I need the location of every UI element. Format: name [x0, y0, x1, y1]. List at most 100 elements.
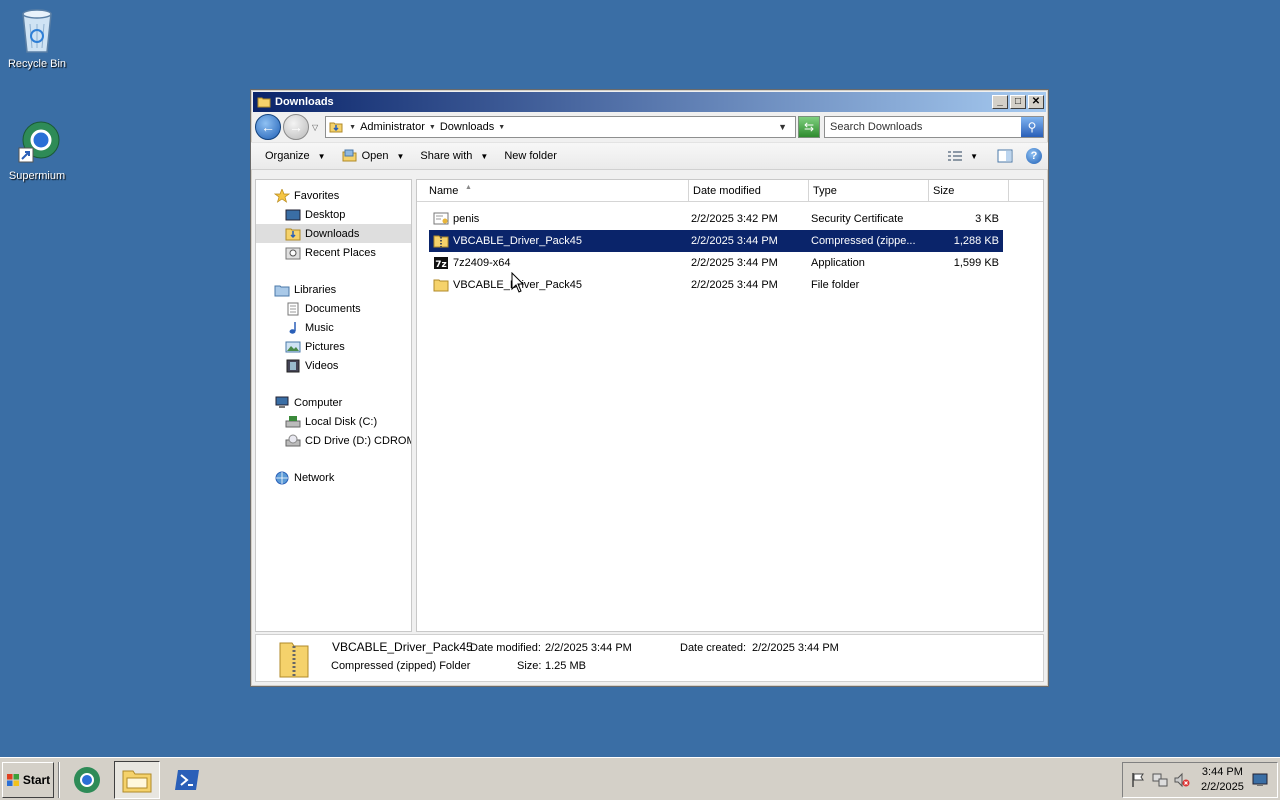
chevron-down-icon: ▼	[480, 151, 489, 161]
file-row-selected[interactable]: VBCABLE_Driver_Pack45 2/2/2025 3:44 PM C…	[429, 230, 1003, 252]
nav-label: Desktop	[305, 208, 346, 221]
organize-button[interactable]: Organize ▼	[257, 145, 334, 167]
file-name: VBCABLE_Driver_Pack45	[453, 235, 583, 247]
certificate-icon	[433, 212, 449, 225]
nav-computer[interactable]: Computer	[256, 393, 411, 412]
nav-network[interactable]: Network	[256, 468, 411, 487]
nav-libraries[interactable]: Libraries	[256, 280, 411, 299]
clock-time: 3:44 PM	[1201, 766, 1243, 778]
libraries-icon	[274, 283, 290, 297]
explorer-icon	[122, 770, 152, 793]
folder-icon	[433, 279, 449, 292]
nav-pictures[interactable]: Pictures	[256, 337, 411, 356]
desktop-icon-supermium[interactable]: Supermium	[0, 118, 74, 182]
clock[interactable]: 3:44 PM 2/2/2025	[1201, 765, 1244, 795]
nav-label: Documents	[305, 302, 361, 315]
action-center-flag-icon[interactable]	[1129, 771, 1147, 789]
column-date-modified[interactable]: Date modified	[689, 180, 809, 202]
nav-local-disk[interactable]: Local Disk (C:)	[256, 412, 411, 431]
close-button[interactable]: ✕	[1028, 95, 1044, 109]
new-folder-label: New folder	[504, 150, 557, 162]
address-bar[interactable]: ▼ Administrator ▼ Downloads ▼ ▼	[325, 116, 796, 138]
column-headers: Name ▲ Date modified Type Size	[417, 180, 1043, 202]
search-box: ⚲	[824, 116, 1044, 138]
nav-downloads[interactable]: Downloads	[256, 224, 411, 243]
file-date: 2/2/2025 3:44 PM	[691, 235, 778, 247]
breadcrumb-downloads[interactable]: Downloads	[440, 121, 494, 133]
desktop-icon-recycle-bin[interactable]: Recycle Bin	[0, 6, 74, 70]
address-row: ← → ▽ ▼ Administrator ▼ Downloads ▼ ▼ ⇆ …	[251, 112, 1048, 142]
maximize-button[interactable]: □	[1010, 95, 1026, 109]
svg-text:7z: 7z	[435, 260, 447, 270]
nav-recent-places[interactable]: Recent Places	[256, 243, 411, 262]
title-bar[interactable]: Downloads _ □ ✕	[253, 92, 1046, 112]
chevron-down-icon: ▼	[317, 151, 326, 161]
file-list-pane: Name ▲ Date modified Type Size penis 2/2…	[416, 179, 1044, 632]
zip-folder-icon	[279, 642, 309, 678]
nav-favorites[interactable]: Favorites	[256, 186, 411, 205]
7zip-icon: 7z	[434, 257, 448, 270]
hard-disk-icon	[285, 415, 301, 429]
search-icon[interactable]: ⚲	[1021, 117, 1043, 137]
breadcrumb-separator-icon[interactable]: ▼	[429, 124, 436, 131]
breadcrumb-separator-icon[interactable]: ▼	[498, 124, 505, 131]
taskbar-powershell[interactable]	[164, 761, 210, 799]
details-size-value: 1.25 MB	[545, 660, 586, 672]
nav-label: Music	[305, 321, 334, 334]
network-icon	[274, 471, 290, 485]
search-input[interactable]	[825, 118, 1021, 136]
share-with-button[interactable]: Share with ▼	[412, 145, 496, 167]
details-modified-label: Date modified:	[470, 642, 541, 654]
network-tray-icon[interactable]	[1151, 771, 1169, 789]
new-folder-button[interactable]: New folder	[496, 145, 565, 167]
view-dropdown-icon[interactable]: ▼	[970, 152, 978, 161]
file-date: 2/2/2025 3:44 PM	[691, 279, 778, 291]
file-date: 2/2/2025 3:42 PM	[691, 213, 778, 225]
nav-documents[interactable]: Documents	[256, 299, 411, 318]
nav-videos[interactable]: Videos	[256, 356, 411, 375]
file-row[interactable]: penis 2/2/2025 3:42 PM Security Certific…	[429, 208, 1003, 230]
address-dropdown-icon[interactable]: ▼	[778, 122, 787, 132]
chevron-down-icon: ▼	[396, 151, 405, 161]
taskbar-explorer[interactable]	[114, 761, 160, 799]
explorer-window: Downloads _ □ ✕ ← → ▽ ▼ Administrator ▼ …	[250, 89, 1049, 687]
nav-label: Recent Places	[305, 246, 376, 259]
volume-muted-icon[interactable]	[1173, 771, 1191, 789]
show-desktop-icon[interactable]	[1252, 773, 1268, 787]
minimize-button[interactable]: _	[992, 95, 1008, 109]
open-folder-icon	[342, 149, 357, 162]
breadcrumb-administrator[interactable]: Administrator	[360, 121, 425, 133]
back-button[interactable]: ←	[255, 114, 281, 140]
forward-button[interactable]: →	[283, 114, 309, 140]
nav-desktop[interactable]: Desktop	[256, 205, 411, 224]
file-date: 2/2/2025 3:44 PM	[691, 257, 778, 269]
panes: Favorites Desktop Downloads Recent Place…	[255, 179, 1044, 632]
pictures-icon	[285, 340, 301, 354]
history-dropdown-icon[interactable]: ▽	[312, 123, 318, 132]
nav-label: Videos	[305, 359, 339, 372]
preview-pane-icon[interactable]	[996, 148, 1014, 164]
file-row[interactable]: 7z 7z2409-x64 2/2/2025 3:44 PM Applicati…	[429, 252, 1003, 274]
start-button[interactable]: Start	[2, 762, 54, 798]
file-name: penis	[453, 213, 480, 225]
refresh-button[interactable]: ⇆	[798, 116, 820, 138]
open-button[interactable]: Open ▼	[334, 145, 413, 167]
nav-music[interactable]: Music	[256, 318, 411, 337]
help-icon[interactable]: ?	[1026, 148, 1042, 164]
share-with-label: Share with	[420, 150, 473, 162]
nav-label: Downloads	[305, 227, 360, 240]
column-label: Size	[933, 185, 955, 197]
taskbar-supermium[interactable]	[64, 761, 110, 799]
column-type[interactable]: Type	[809, 180, 929, 202]
supermium-icon	[74, 767, 100, 793]
cd-drive-icon	[285, 434, 301, 448]
details-file-name: VBCABLE_Driver_Pack45	[332, 640, 473, 654]
nav-cd-drive[interactable]: CD Drive (D:) CDROM	[256, 431, 411, 450]
column-name[interactable]: Name ▲	[417, 180, 689, 202]
column-size[interactable]: Size	[929, 180, 1009, 202]
breadcrumb-separator-icon[interactable]: ▼	[349, 124, 356, 131]
desktop-icon-label: Supermium	[8, 170, 66, 182]
nav-label: Pictures	[305, 340, 345, 353]
view-options-icon[interactable]	[946, 148, 964, 164]
downloads-folder-icon	[285, 227, 301, 241]
